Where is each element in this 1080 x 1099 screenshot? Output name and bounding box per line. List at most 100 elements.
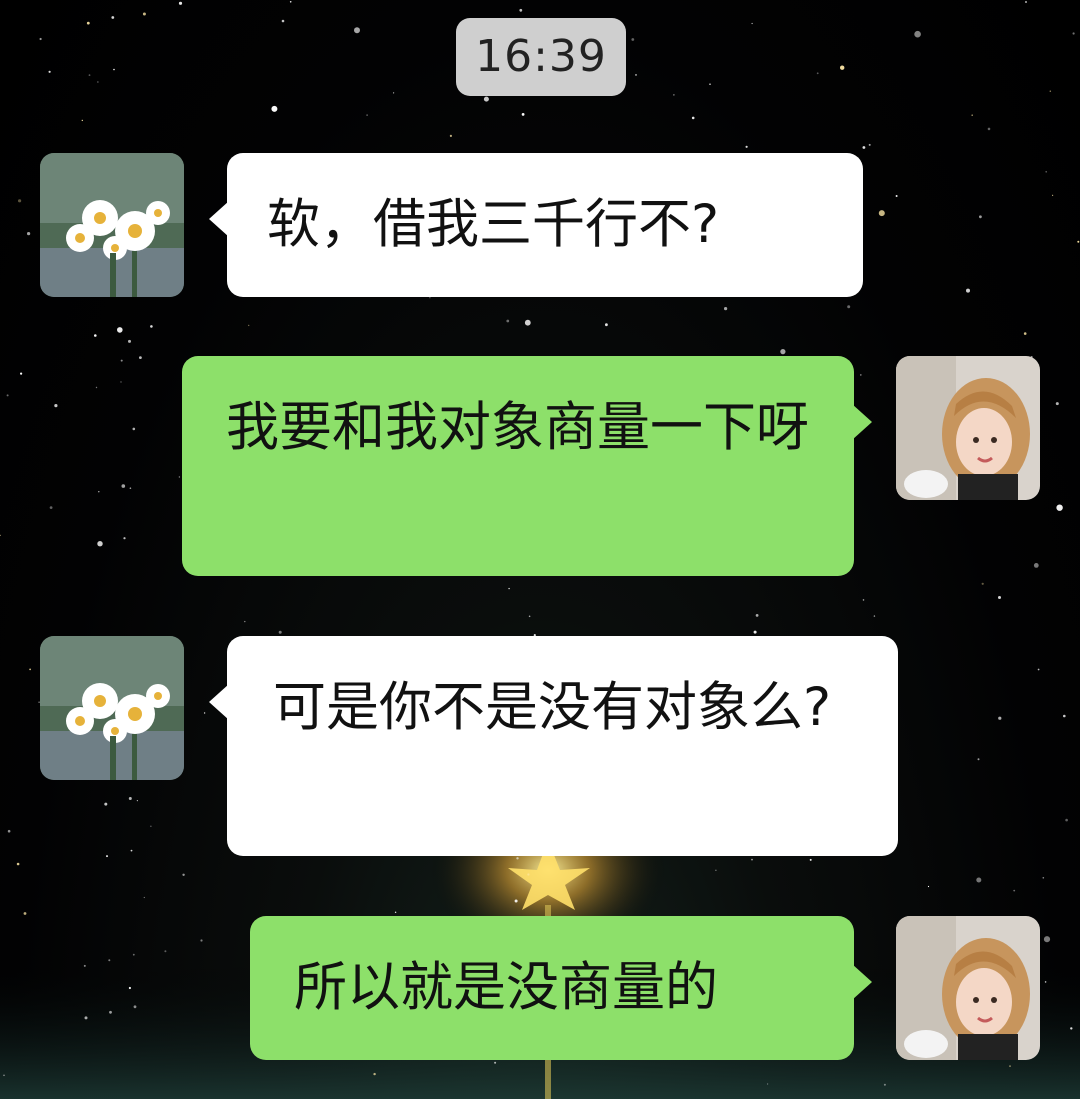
star xyxy=(373,1072,376,1076)
message-bubble-incoming[interactable]: 软，借我三千行不? xyxy=(209,153,863,297)
star xyxy=(200,939,203,942)
star xyxy=(88,74,91,76)
star xyxy=(182,873,185,876)
star xyxy=(755,614,759,617)
star xyxy=(29,668,31,671)
star xyxy=(914,30,921,38)
message-text: 可是你不是没有对象么? xyxy=(273,677,832,738)
star xyxy=(1013,889,1016,892)
star xyxy=(23,912,27,915)
user-avatar-portrait[interactable] xyxy=(896,916,1040,1060)
star xyxy=(84,1016,88,1020)
chat-screen: 16:39 软，借我三千行不? 我要和我对象商量一下呀 可是你不是没有对象么? … xyxy=(0,0,1080,1099)
star xyxy=(108,959,111,962)
star xyxy=(98,491,100,493)
contact-avatar-daisy[interactable] xyxy=(40,636,184,780)
star xyxy=(1042,877,1045,879)
star xyxy=(981,582,984,585)
star xyxy=(139,356,142,359)
star xyxy=(780,349,786,355)
star xyxy=(97,81,99,83)
star xyxy=(1055,402,1059,406)
star xyxy=(494,1061,497,1064)
star xyxy=(966,288,970,293)
star xyxy=(128,986,131,990)
star xyxy=(150,825,152,827)
star xyxy=(27,232,31,236)
star xyxy=(878,210,885,217)
star xyxy=(605,323,608,327)
star xyxy=(117,327,123,333)
star xyxy=(109,1010,112,1014)
star xyxy=(521,113,525,116)
message-bubble-outgoing[interactable]: 所以就是没商量的 xyxy=(250,916,872,1060)
star xyxy=(508,587,510,590)
bubble-tail xyxy=(852,964,872,1000)
star xyxy=(715,869,717,871)
star xyxy=(516,857,519,860)
star xyxy=(519,8,523,12)
star xyxy=(873,615,876,617)
star xyxy=(868,143,871,146)
bubble-tail xyxy=(209,684,229,720)
star xyxy=(281,19,285,23)
star xyxy=(39,37,42,41)
star xyxy=(971,114,973,116)
star xyxy=(128,797,132,800)
star xyxy=(1043,936,1051,943)
star xyxy=(691,116,695,120)
bubble-tail xyxy=(852,404,872,440)
star xyxy=(354,27,360,34)
star xyxy=(54,404,58,408)
star xyxy=(393,92,395,94)
star xyxy=(631,38,635,41)
star xyxy=(847,305,851,309)
star xyxy=(987,127,991,131)
star xyxy=(16,862,20,866)
star xyxy=(976,877,982,883)
message-bubble-outgoing[interactable]: 我要和我对象商量一下呀 xyxy=(182,356,872,576)
star xyxy=(18,199,22,203)
star xyxy=(635,74,637,76)
star xyxy=(83,964,86,967)
star xyxy=(1052,194,1054,196)
star xyxy=(483,96,489,102)
star xyxy=(94,334,97,337)
star xyxy=(278,630,282,634)
message-bubble-incoming[interactable]: 可是你不是没有对象么? xyxy=(209,636,898,856)
star xyxy=(289,0,292,3)
star xyxy=(979,215,982,219)
star xyxy=(81,119,84,122)
star xyxy=(1077,240,1080,243)
timestamp-pill: 16:39 xyxy=(456,18,626,96)
star xyxy=(0,534,1,536)
star xyxy=(104,802,108,806)
star xyxy=(132,953,135,956)
star xyxy=(506,319,510,323)
star xyxy=(136,800,138,802)
star xyxy=(121,484,126,488)
star xyxy=(449,134,452,137)
star xyxy=(1049,90,1052,92)
star xyxy=(429,297,431,299)
star xyxy=(883,1083,886,1086)
contact-avatar-daisy[interactable] xyxy=(40,153,184,297)
star xyxy=(751,858,753,861)
star xyxy=(97,541,103,547)
star xyxy=(767,1083,769,1085)
user-avatar-portrait[interactable] xyxy=(896,356,1040,500)
star xyxy=(977,758,980,761)
star xyxy=(751,22,753,25)
star xyxy=(524,319,531,326)
star xyxy=(48,70,51,73)
star xyxy=(133,1005,137,1009)
star xyxy=(6,394,9,397)
star xyxy=(3,1074,5,1077)
star xyxy=(248,324,250,327)
star xyxy=(862,146,866,149)
star xyxy=(150,325,153,328)
star xyxy=(527,873,530,876)
star xyxy=(528,615,531,618)
star xyxy=(120,359,123,362)
star xyxy=(111,16,115,19)
